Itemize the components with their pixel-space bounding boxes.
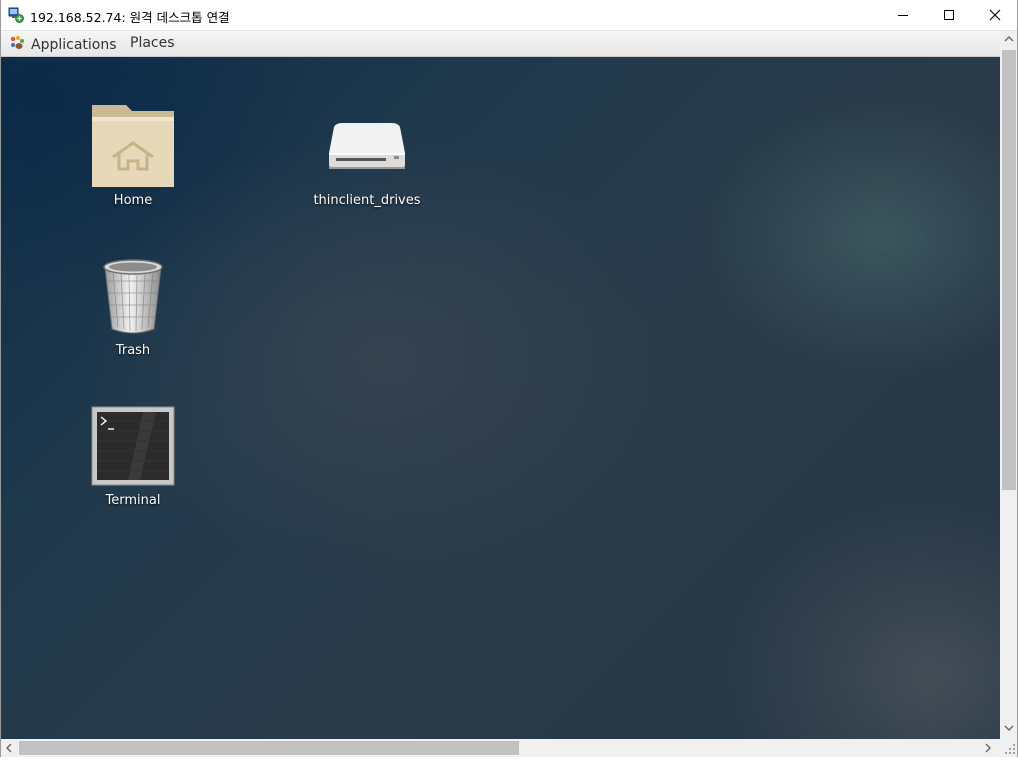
desktop-icon-label: Terminal <box>105 493 161 508</box>
maximize-icon <box>944 10 954 20</box>
close-button[interactable] <box>972 0 1018 30</box>
desktop-icon-trash[interactable]: Trash <box>68 251 198 358</box>
home-folder-icon <box>92 105 174 187</box>
gnome-top-panel: Applications Places <box>1 31 1000 57</box>
places-menu[interactable]: Places <box>130 35 175 51</box>
resize-grip-icon <box>1005 744 1015 754</box>
desktop-icon-terminal[interactable]: Terminal <box>68 401 198 508</box>
close-icon <box>989 9 1001 21</box>
trash-icon <box>103 259 163 334</box>
scroll-right-arrow-icon[interactable] <box>984 743 992 753</box>
desktop-icon-home[interactable]: Home <box>68 101 198 208</box>
places-menu-label: Places <box>130 35 175 51</box>
horizontal-scrollbar[interactable] <box>0 739 1000 757</box>
minimize-icon <box>898 15 908 16</box>
scroll-left-arrow-icon[interactable] <box>5 743 13 753</box>
horizontal-scrollbar-thumb[interactable] <box>19 741 519 755</box>
terminal-icon <box>91 406 175 486</box>
applications-menu-label: Applications <box>31 37 117 53</box>
desktop[interactable]: Home thinclient_drives Trash Terminal <box>1 57 1000 739</box>
resize-grip[interactable] <box>1000 739 1018 757</box>
remote-desktop-icon <box>8 7 24 23</box>
applications-menu[interactable]: Applications <box>9 35 117 55</box>
window-titlebar[interactable]: 192.168.52.74: 원격 데스크톱 연결 <box>0 0 1018 31</box>
vertical-scrollbar[interactable] <box>1000 31 1018 739</box>
minimize-button[interactable] <box>880 0 926 30</box>
desktop-icon-label: Trash <box>115 343 151 358</box>
scroll-up-arrow-icon[interactable] <box>1004 35 1014 43</box>
gnome-foot-icon <box>9 35 25 55</box>
window-title: 192.168.52.74: 원격 데스크톱 연결 <box>30 10 230 25</box>
desktop-icon-thinclient-drives[interactable]: thinclient_drives <box>302 101 432 208</box>
drive-icon <box>329 123 405 169</box>
maximize-button[interactable] <box>926 0 972 30</box>
vertical-scrollbar-thumb[interactable] <box>1002 50 1016 490</box>
scroll-down-arrow-icon[interactable] <box>1004 724 1014 732</box>
desktop-icon-label: thinclient_drives <box>313 193 421 208</box>
desktop-icon-label: Home <box>113 193 153 208</box>
